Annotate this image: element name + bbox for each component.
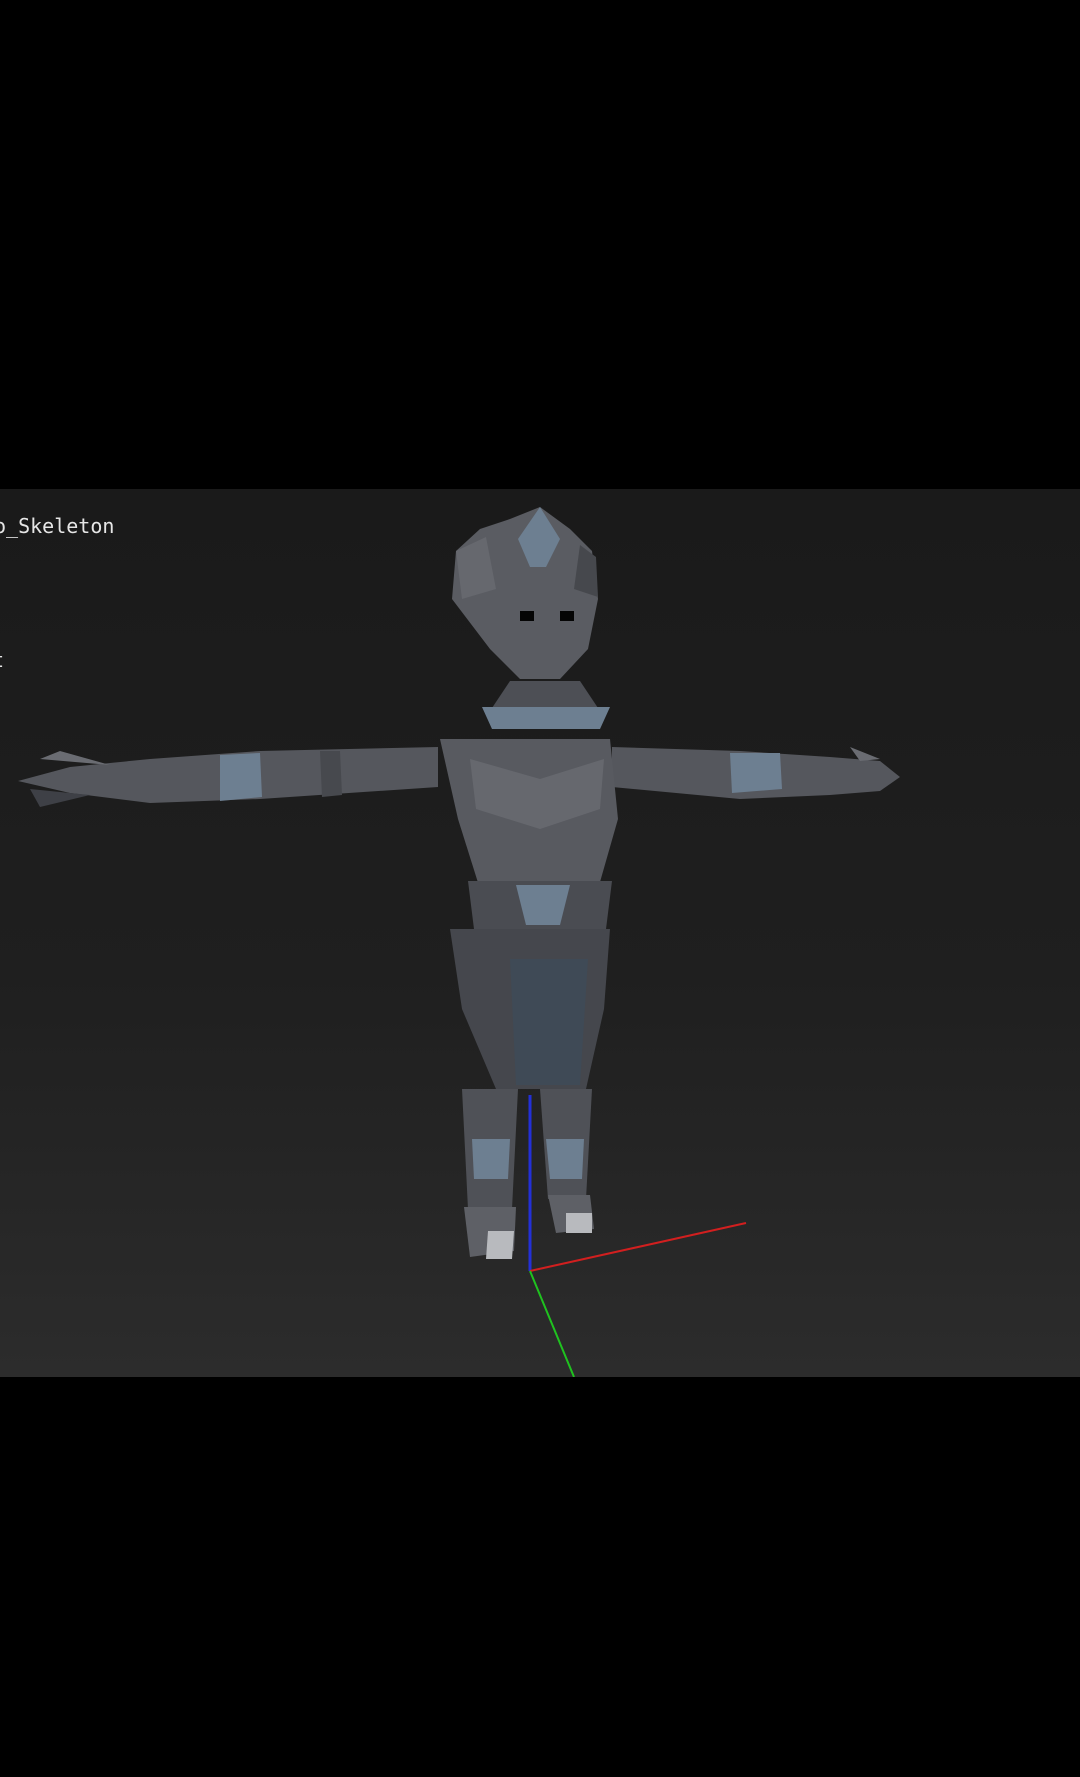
app-window: o_Skeleton t	[0, 0, 1080, 1777]
y-axis-line	[529, 1270, 575, 1377]
character-model-icon[interactable]	[18, 507, 900, 1259]
skeleton-name-label: o_Skeleton	[0, 514, 115, 538]
clipped-overlay-label: t	[0, 650, 4, 670]
viewport-scene	[18, 507, 900, 1377]
3d-viewport[interactable]: o_Skeleton t	[0, 489, 1080, 1377]
